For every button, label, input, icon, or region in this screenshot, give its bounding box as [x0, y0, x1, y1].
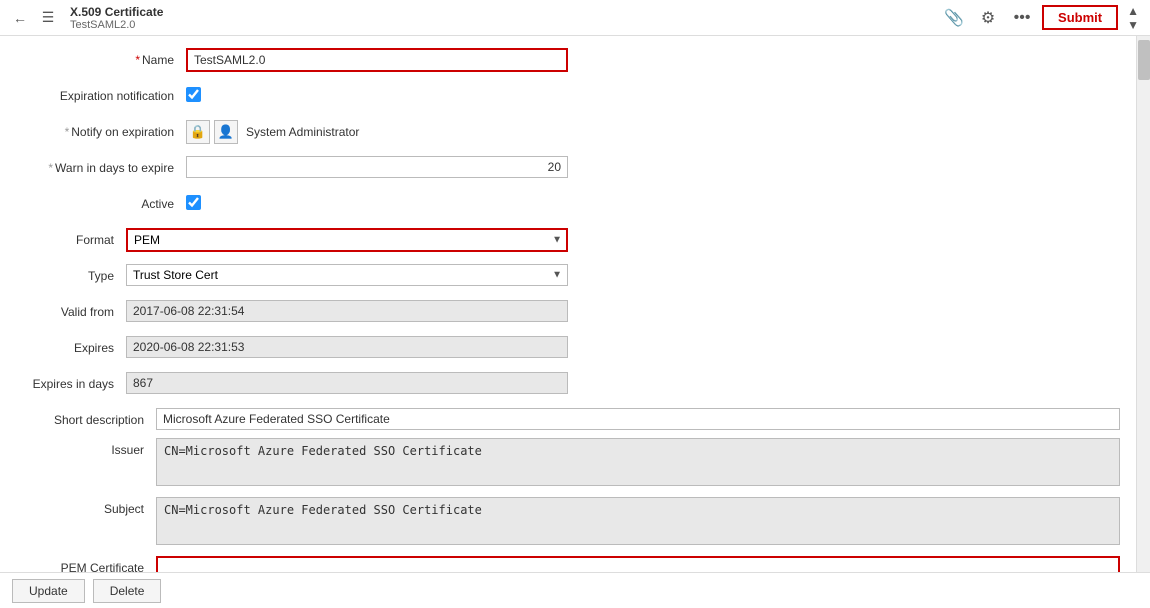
issuer-control: CN=Microsoft Azure Federated SSO Certifi…: [156, 438, 1120, 489]
format-select-wrapper: PEM DER PKCS12 ▼: [126, 228, 568, 252]
expires-label: Expires: [16, 336, 126, 355]
right-column: Format PEM DER PKCS12 ▼: [16, 228, 568, 408]
expiration-notification-control: [186, 84, 568, 102]
name-control: [186, 48, 568, 72]
scrollbar-track[interactable]: [1136, 36, 1150, 608]
notify-control: 🔒 👤 System Administrator: [186, 120, 568, 144]
expires-control: [126, 336, 568, 358]
form-content: *Name Expiration notification: [0, 36, 1136, 608]
active-control: [186, 192, 568, 210]
format-control: PEM DER PKCS12 ▼: [126, 228, 568, 252]
active-label: Active: [16, 192, 186, 211]
scrollbar-thumb[interactable]: [1138, 40, 1150, 80]
topbar: ← ☰ X.509 Certificate TestSAML2.0 📎 ⚙ ••…: [0, 0, 1150, 36]
type-label: Type: [16, 264, 126, 283]
short-description-control: [156, 408, 1120, 430]
subject-label: Subject: [16, 497, 156, 516]
name-row: *Name: [16, 48, 568, 76]
attachment-icon[interactable]: 📎: [940, 4, 968, 32]
name-input[interactable]: [186, 48, 568, 72]
issuer-textarea: CN=Microsoft Azure Federated SSO Certifi…: [156, 438, 1120, 486]
short-description-input[interactable]: [156, 408, 1120, 430]
submit-button[interactable]: Submit: [1042, 5, 1118, 30]
warn-days-control: [186, 156, 568, 178]
back-button[interactable]: ←: [8, 6, 32, 30]
up-button[interactable]: ▲: [1124, 4, 1142, 18]
settings-icon[interactable]: ⚙: [974, 4, 1002, 32]
expires-row: Expires: [16, 336, 568, 364]
main-title: X.509 Certificate: [70, 5, 163, 19]
expires-in-days-input: [126, 372, 568, 394]
warn-days-label: *Warn in days to expire: [16, 156, 186, 175]
top-form-grid: *Name Expiration notification: [16, 48, 1120, 408]
notify-user-icon[interactable]: 👤: [214, 120, 238, 144]
warn-days-row: *Warn in days to expire: [16, 156, 568, 184]
topbar-actions: 📎 ⚙ ••• Submit ▲ ▼: [940, 4, 1142, 32]
active-row: Active: [16, 192, 568, 220]
type-select[interactable]: Trust Store Cert Client Auth Cert Server…: [126, 264, 568, 286]
expires-in-days-control: [126, 372, 568, 394]
expires-in-days-row: Expires in days: [16, 372, 568, 400]
short-description-label: Short description: [16, 408, 156, 427]
issuer-row: Issuer CN=Microsoft Azure Federated SSO …: [16, 438, 1120, 489]
name-label: *Name: [16, 48, 186, 67]
notify-lock-icon[interactable]: 🔒: [186, 120, 210, 144]
warn-days-input[interactable]: [186, 156, 568, 178]
subject-textarea: CN=Microsoft Azure Federated SSO Certifi…: [156, 497, 1120, 545]
valid-from-input: [126, 300, 568, 322]
issuer-label: Issuer: [16, 438, 156, 457]
notify-label: *Notify on expiration: [16, 120, 186, 139]
expiration-notification-row: Expiration notification: [16, 84, 568, 112]
format-label: Format: [16, 228, 126, 247]
notify-row: *Notify on expiration 🔒 👤 System Adminis…: [16, 120, 568, 148]
left-column: *Name Expiration notification: [16, 48, 568, 228]
page-title-block: X.509 Certificate TestSAML2.0: [70, 5, 163, 31]
bottom-bar: Update Delete: [0, 572, 1150, 608]
subject-row: Subject CN=Microsoft Azure Federated SSO…: [16, 497, 1120, 548]
type-select-wrapper: Trust Store Cert Client Auth Cert Server…: [126, 264, 568, 286]
valid-from-row: Valid from: [16, 300, 568, 328]
main-area: *Name Expiration notification: [0, 36, 1150, 608]
valid-from-control: [126, 300, 568, 322]
active-checkbox[interactable]: [186, 195, 201, 210]
delete-button[interactable]: Delete: [93, 579, 162, 603]
type-row: Type Trust Store Cert Client Auth Cert S…: [16, 264, 568, 292]
sub-title: TestSAML2.0: [70, 19, 163, 31]
format-select[interactable]: PEM DER PKCS12: [126, 228, 568, 252]
update-button[interactable]: Update: [12, 579, 85, 603]
format-row: Format PEM DER PKCS12 ▼: [16, 228, 568, 256]
short-description-row: Short description: [16, 408, 1120, 430]
nav-buttons: ← ☰: [8, 6, 60, 30]
expiration-notification-label: Expiration notification: [16, 84, 186, 103]
subject-control: CN=Microsoft Azure Federated SSO Certifi…: [156, 497, 1120, 548]
menu-button[interactable]: ☰: [36, 6, 60, 30]
down-button[interactable]: ▼: [1124, 18, 1142, 32]
expires-input: [126, 336, 568, 358]
type-control: Trust Store Cert Client Auth Cert Server…: [126, 264, 568, 286]
up-down-nav: ▲ ▼: [1124, 4, 1142, 32]
valid-from-label: Valid from: [16, 300, 126, 319]
more-icon[interactable]: •••: [1008, 4, 1036, 32]
expires-in-days-label: Expires in days: [16, 372, 126, 391]
expiration-notification-checkbox[interactable]: [186, 87, 201, 102]
notify-user-text: System Administrator: [246, 125, 359, 139]
